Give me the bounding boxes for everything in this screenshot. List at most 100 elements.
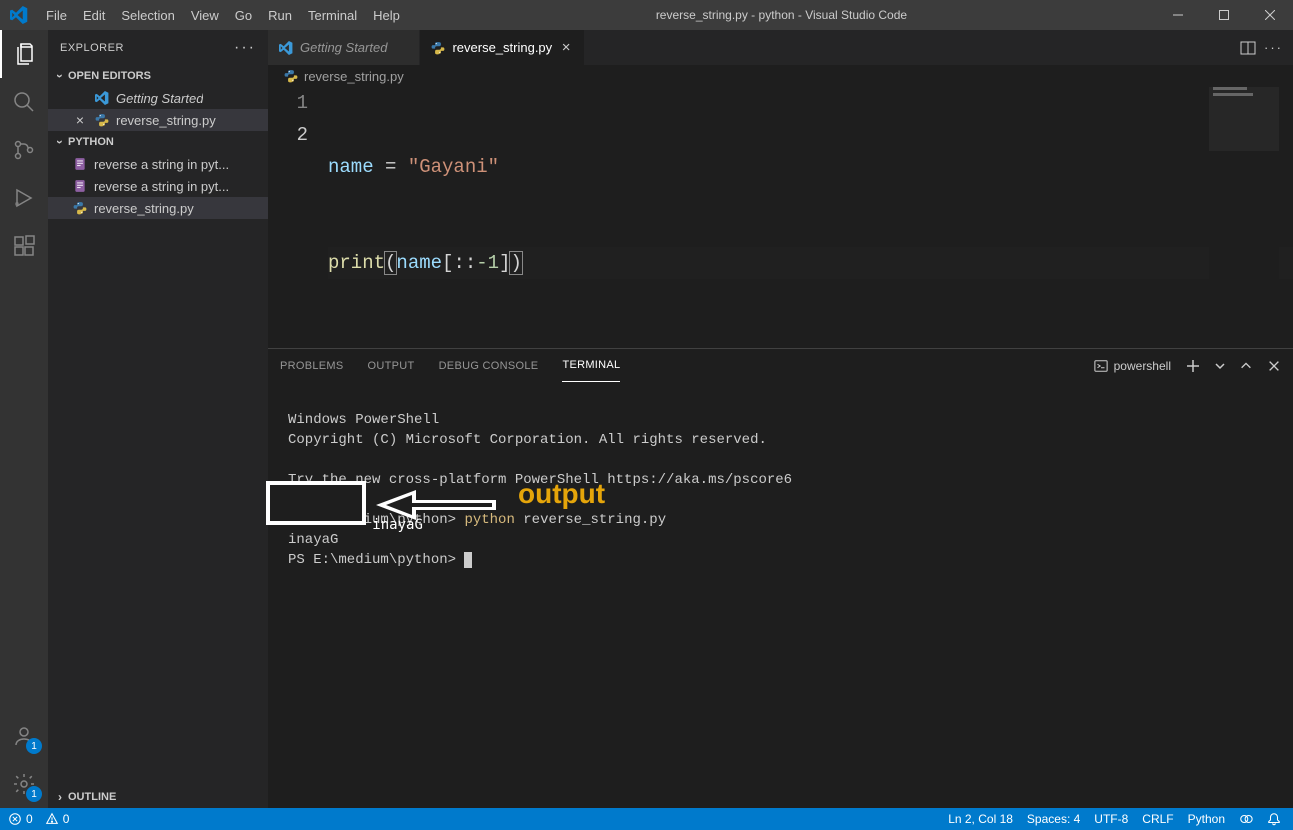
status-notifications-icon[interactable]: [1267, 808, 1281, 830]
menu-run[interactable]: Run: [260, 0, 300, 30]
panel-tab-debug-console[interactable]: DEBUG CONSOLE: [439, 349, 539, 382]
code-token: name: [396, 252, 442, 274]
folder-label: PYTHON: [68, 136, 114, 148]
sidebar-header: EXPLORER ···: [48, 30, 268, 65]
code-token: ): [509, 251, 522, 275]
run-debug-icon[interactable]: [0, 174, 48, 222]
chevron-down-icon: ›: [53, 68, 67, 84]
open-editor-label: Getting Started: [116, 91, 203, 106]
open-editor-reverse-string[interactable]: × reverse_string.py: [48, 109, 268, 131]
editor-actions: ···: [1230, 30, 1293, 65]
bottom-panel: PROBLEMS OUTPUT DEBUG CONSOLE TERMINAL p…: [268, 348, 1293, 808]
more-actions-icon[interactable]: ···: [1264, 40, 1283, 55]
status-encoding[interactable]: UTF-8: [1094, 808, 1128, 830]
open-editor-getting-started[interactable]: Getting Started: [48, 87, 268, 109]
menu-terminal[interactable]: Terminal: [300, 0, 365, 30]
status-eol[interactable]: CRLF: [1142, 808, 1173, 830]
menu-edit[interactable]: Edit: [75, 0, 113, 30]
file-tree-item-active[interactable]: reverse_string.py: [48, 197, 268, 219]
close-panel-icon[interactable]: [1267, 359, 1281, 373]
annotation-arrow-icon: [376, 490, 506, 520]
file-tree-item[interactable]: reverse a string in pyt...: [48, 153, 268, 175]
status-warnings-count: 0: [63, 812, 70, 826]
code-content[interactable]: name = "Gayani" print(name[::-1]): [328, 87, 1293, 348]
folder-section[interactable]: › PYTHON: [48, 131, 268, 153]
status-feedback-icon[interactable]: [1239, 808, 1253, 830]
breadcrumb-file: reverse_string.py: [304, 69, 404, 84]
terminal-cursor: [464, 552, 472, 568]
open-editors-section[interactable]: › OPEN EDITORS: [48, 65, 268, 87]
open-editor-label: reverse_string.py: [116, 113, 216, 128]
menu-help[interactable]: Help: [365, 0, 408, 30]
menu-file[interactable]: File: [38, 0, 75, 30]
code-editor[interactable]: 1 2 name = "Gayani" print(name[::-1]): [268, 87, 1293, 348]
editor-area: Getting Started × reverse_string.py × ··…: [268, 30, 1293, 808]
tab-close-icon[interactable]: ×: [558, 39, 574, 56]
panel-tab-terminal[interactable]: TERMINAL: [562, 349, 620, 382]
title-bar: File Edit Selection View Go Run Terminal…: [0, 0, 1293, 30]
minimap[interactable]: [1209, 87, 1279, 348]
open-editors-label: OPEN EDITORS: [68, 70, 151, 82]
close-button[interactable]: [1247, 0, 1293, 30]
new-terminal-icon[interactable]: [1185, 358, 1201, 374]
minimize-button[interactable]: [1155, 0, 1201, 30]
menu-selection[interactable]: Selection: [113, 0, 182, 30]
chevron-right-icon: ›: [52, 790, 68, 804]
tab-label: Getting Started: [300, 40, 387, 55]
status-indentation[interactable]: Spaces: 4: [1027, 808, 1080, 830]
python-file-icon: [72, 201, 88, 215]
terminal-shell-selector[interactable]: powershell: [1094, 359, 1171, 373]
code-token: print: [328, 252, 385, 274]
menu-go[interactable]: Go: [227, 0, 260, 30]
status-cursor-position[interactable]: Ln 2, Col 18: [948, 808, 1013, 830]
menu-view[interactable]: View: [183, 0, 227, 30]
breadcrumb[interactable]: reverse_string.py: [268, 65, 1293, 87]
sidebar-more-icon[interactable]: ···: [234, 39, 256, 57]
chevron-down-icon: ›: [53, 134, 67, 150]
outline-section[interactable]: › OUTLINE: [48, 786, 268, 808]
file-tree-item[interactable]: reverse a string in pyt...: [48, 175, 268, 197]
close-editor-icon[interactable]: ×: [72, 112, 88, 128]
extensions-icon[interactable]: [0, 222, 48, 270]
tab-label: reverse_string.py: [452, 40, 552, 55]
status-errors[interactable]: 0: [8, 808, 33, 830]
source-control-icon[interactable]: [0, 126, 48, 174]
accounts-icon[interactable]: 1: [0, 712, 48, 760]
python-file-icon: [284, 69, 298, 83]
terminal-dropdown-icon[interactable]: [1215, 361, 1225, 371]
terminal-line: Windows PowerShell: [288, 412, 439, 428]
panel-tab-problems[interactable]: PROBLEMS: [280, 349, 344, 382]
editor-scrollbar[interactable]: [1279, 87, 1293, 348]
tab-getting-started[interactable]: Getting Started ×: [268, 30, 420, 65]
terminal-arg: reverse_string.py: [523, 512, 666, 528]
accounts-badge: 1: [26, 738, 42, 754]
document-file-icon: [72, 179, 88, 193]
maximize-panel-icon[interactable]: [1239, 359, 1253, 373]
panel-tab-output[interactable]: OUTPUT: [368, 349, 415, 382]
settings-badge: 1: [26, 786, 42, 802]
status-bar: 0 0 Ln 2, Col 18 Spaces: 4 UTF-8 CRLF Py…: [0, 808, 1293, 830]
python-file-icon: [94, 113, 110, 127]
code-token: -1: [476, 252, 499, 274]
file-label: reverse a string in pyt...: [94, 157, 229, 172]
status-warnings[interactable]: 0: [45, 808, 70, 830]
explorer-icon[interactable]: [0, 30, 48, 78]
menu-bar: File Edit Selection View Go Run Terminal…: [38, 0, 408, 30]
editor-tabs: Getting Started × reverse_string.py × ··…: [268, 30, 1293, 65]
terminal-content[interactable]: Windows PowerShell Copyright (C) Microso…: [268, 382, 1293, 808]
tab-reverse-string[interactable]: reverse_string.py ×: [420, 30, 585, 65]
vscode-file-icon: [278, 41, 294, 55]
activity-bar: 1 1: [0, 30, 48, 808]
search-icon[interactable]: [0, 78, 48, 126]
code-token: [: [442, 252, 453, 274]
minimap-preview: [1213, 87, 1263, 99]
split-editor-icon[interactable]: [1240, 40, 1256, 56]
code-token: "Gayani": [408, 156, 499, 178]
annotation-output-box: inayaG: [266, 481, 366, 525]
file-label: reverse a string in pyt...: [94, 179, 229, 194]
maximize-button[interactable]: [1201, 0, 1247, 30]
settings-gear-icon[interactable]: 1: [0, 760, 48, 808]
file-label: reverse_string.py: [94, 201, 194, 216]
window-controls: [1155, 0, 1293, 30]
status-language[interactable]: Python: [1188, 808, 1225, 830]
